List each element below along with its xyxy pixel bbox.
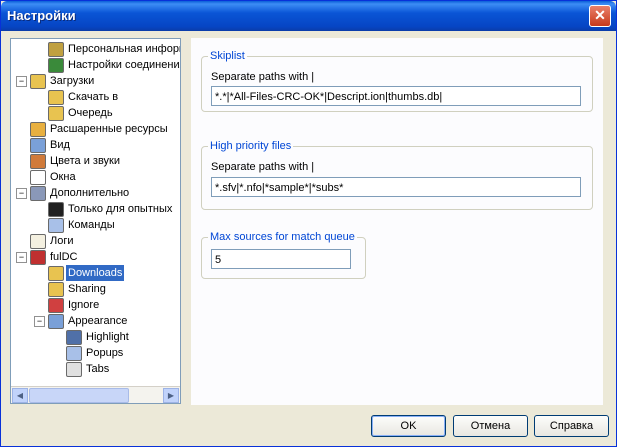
tree-item-label: Appearance	[68, 315, 128, 327]
tree-item[interactable]: Расшаренные ресурсы	[11, 121, 180, 137]
log-icon	[30, 234, 46, 249]
popup-icon	[66, 346, 82, 361]
priority-title: High priority files	[208, 140, 294, 152]
tree-item[interactable]: Вид	[11, 137, 180, 153]
settings-panel: Skiplist Separate paths with | *.*|*All-…	[191, 38, 603, 405]
skiplist-title: Skiplist	[208, 50, 247, 62]
scroll-right-button[interactable]: ▶	[163, 388, 179, 403]
folder-icon	[48, 90, 64, 105]
skiplist-group: Skiplist Separate paths with | *.*|*All-…	[201, 50, 593, 112]
maxsources-title: Max sources for match queue	[208, 231, 357, 243]
priority-group: High priority files Separate paths with …	[201, 140, 593, 210]
settings-tree[interactable]: Персональная информац Настройки соединени…	[10, 38, 181, 404]
tree-item-label: Вид	[50, 139, 70, 151]
tree-item[interactable]: Sharing	[11, 281, 180, 297]
ignore-icon	[48, 298, 64, 313]
palette-icon	[30, 154, 46, 169]
tree-item-label: Загрузки	[50, 75, 95, 87]
tree-item-label: Настройки соединения	[68, 59, 181, 71]
settings-window: Настройки ✕ Персональная информац Настрой…	[0, 0, 617, 447]
tree-item-label: Очередь	[68, 107, 113, 119]
tree-item-label: Downloads	[66, 265, 125, 281]
tree-item-label: Персональная информац	[68, 43, 180, 55]
folder-icon	[30, 74, 46, 89]
tree-item-label: Окна	[50, 171, 76, 183]
window-icon	[30, 170, 46, 185]
skiplist-input[interactable]: *.*|*All-Files-CRC-OK*|Descript.ion|thum…	[211, 86, 581, 106]
title-bar[interactable]: Настройки ✕	[1, 1, 616, 31]
tree-item-label: Цвета и звуки	[50, 155, 121, 167]
tree-item-label: Tabs	[86, 363, 110, 375]
help-button[interactable]: Справка	[534, 415, 609, 437]
shared-folder-icon	[30, 122, 46, 137]
tree-item-label: Highlight	[86, 331, 129, 343]
tree-item[interactable]: Персональная информац	[11, 41, 180, 57]
tree-item-label: Дополнительно	[50, 187, 130, 199]
tree-item[interactable]: Очередь	[11, 105, 180, 121]
monitor-icon	[30, 138, 46, 153]
tree-item-label: fulDC	[50, 251, 78, 263]
chevron-right-icon: ▶	[167, 391, 175, 400]
folder-icon	[48, 282, 64, 297]
app-icon	[30, 250, 46, 265]
tree-item[interactable]: Логи	[11, 233, 180, 249]
tree-item-label: Только для опытных	[68, 203, 173, 215]
folder-icon	[48, 266, 64, 281]
tree-item-label: Popups	[86, 347, 124, 359]
horizontal-scrollbar[interactable]: ◀ ▶	[11, 386, 180, 403]
scroll-left-button[interactable]: ◀	[12, 388, 28, 403]
maxsources-group: Max sources for match queue 5	[201, 231, 366, 279]
tree-item[interactable]: − fulDC	[11, 249, 180, 265]
tree-expander[interactable]: −	[16, 188, 27, 199]
priority-input[interactable]: *.sfv|*.nfo|*sample*|*subs*	[211, 177, 581, 197]
tree-item[interactable]: Только для опытных	[11, 201, 180, 217]
tree-expander[interactable]: −	[16, 76, 27, 87]
tree-item[interactable]: Tabs	[11, 361, 180, 377]
tree-item[interactable]: − Appearance	[11, 313, 180, 329]
tree-item[interactable]: Настройки соединения	[11, 57, 180, 73]
tree-expander[interactable]: −	[34, 316, 45, 327]
close-button[interactable]: ✕	[589, 5, 611, 27]
tree-item[interactable]: − Дополнительно	[11, 185, 180, 201]
tree-item-label: Sharing	[68, 283, 106, 295]
globe-icon	[48, 58, 64, 73]
console-icon	[48, 202, 64, 217]
skiplist-hint: Separate paths with |	[211, 71, 315, 83]
close-icon: ✕	[594, 7, 606, 23]
tree-item[interactable]: Окна	[11, 169, 180, 185]
tree-item[interactable]: − Загрузки	[11, 73, 180, 89]
tree-item[interactable]: Highlight	[11, 329, 180, 345]
tree-item[interactable]: Скачать в	[11, 89, 180, 105]
scroll-thumb[interactable]	[29, 388, 129, 403]
cancel-button[interactable]: Отмена	[453, 415, 528, 437]
ok-button[interactable]: OK	[371, 415, 446, 437]
tree-expander[interactable]: −	[16, 252, 27, 263]
tree-item-label: Ignore	[68, 299, 100, 311]
tree-item[interactable]: Команды	[11, 217, 180, 233]
monitor-icon	[48, 314, 64, 329]
tabs-icon	[66, 362, 82, 377]
computer-icon	[30, 186, 46, 201]
tree-item[interactable]: Цвета и звуки	[11, 153, 180, 169]
maxsources-input[interactable]: 5	[211, 249, 351, 269]
tree-item-label: Расшаренные ресурсы	[50, 123, 168, 135]
user-icon	[48, 42, 64, 57]
tree-item[interactable]: Ignore	[11, 297, 180, 313]
tree-item-label: Команды	[68, 219, 115, 231]
tree-item-label: Скачать в	[68, 91, 119, 103]
priority-hint: Separate paths with |	[211, 161, 315, 173]
window-title: Настройки	[7, 8, 76, 23]
highlight-icon	[66, 330, 82, 345]
folder-icon	[48, 106, 64, 121]
tree-item[interactable]: Downloads	[11, 265, 180, 281]
tree-item[interactable]: Popups	[11, 345, 180, 361]
tree-item-label: Логи	[50, 235, 74, 247]
chevron-left-icon: ◀	[16, 391, 24, 400]
command-icon	[48, 218, 64, 233]
